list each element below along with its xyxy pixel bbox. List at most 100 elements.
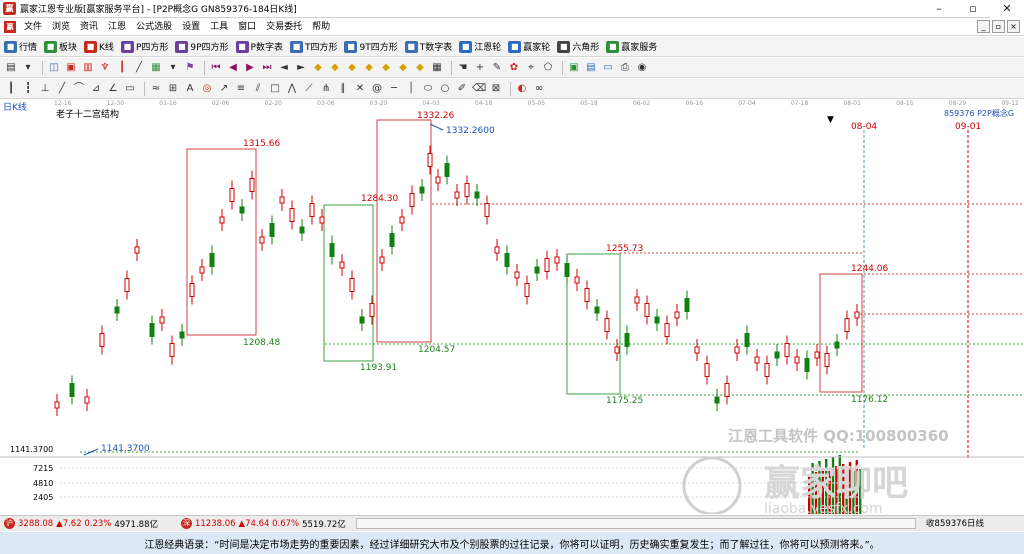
last-icon[interactable]: ⏭ [260, 61, 274, 75]
calendar-icon[interactable]: ▣ [64, 61, 78, 75]
cross-icon[interactable]: ✕ [353, 82, 367, 96]
menu-help[interactable]: 帮助 [307, 18, 335, 36]
ruler-icon[interactable]: ┇ [21, 82, 35, 96]
infinity-icon[interactable]: ∞ [532, 82, 546, 96]
fan-icon[interactable]: ⊿ [89, 82, 103, 96]
toolbar-button-t-square9[interactable]: ■ 9T四方形 [344, 40, 398, 53]
time-icon[interactable]: ⊥ [38, 82, 52, 96]
shanghai-index-icon[interactable]: 沪 [4, 518, 15, 529]
fork-icon[interactable]: ⋔ [319, 82, 333, 96]
stock-icon[interactable]: ▥ [81, 61, 95, 75]
diamond-icon[interactable]: ◆ [345, 61, 359, 75]
circle-icon[interactable]: ○ [438, 82, 452, 96]
prev-icon[interactable]: ◀ [226, 61, 240, 75]
minimize-button[interactable]: – [922, 0, 956, 18]
mdi-restore-button[interactable]: ▫ [992, 20, 1005, 33]
hand-icon[interactable]: ☚ [456, 61, 470, 75]
menu-browse[interactable]: 浏览 [47, 18, 75, 36]
monitor-icon[interactable]: ▭ [601, 61, 615, 75]
menu-news[interactable]: 资讯 [75, 18, 103, 36]
mdi-close-button[interactable]: × [1007, 20, 1020, 33]
wave-icon[interactable]: ≈ [149, 82, 163, 96]
flag-icon[interactable]: ⚑ [183, 61, 197, 75]
chart-menu-arrow[interactable]: ▼ [827, 115, 834, 125]
color-icon[interactable]: ▦ [149, 61, 163, 75]
bar-icon[interactable]: ┃ [115, 61, 129, 75]
dropdown-icon[interactable]: ▾ [21, 61, 35, 75]
menu-trade[interactable]: 交易委托 [261, 18, 307, 36]
camera-icon[interactable]: ◉ [635, 61, 649, 75]
box-icon[interactable]: ▭ [123, 82, 137, 96]
diamond-icon[interactable]: ◆ [311, 61, 325, 75]
angle-icon[interactable]: ∠ [106, 82, 120, 96]
close-button[interactable]: ✕ [990, 0, 1024, 18]
mdi-minimize-button[interactable]: _ [977, 20, 990, 33]
menu-window[interactable]: 窗口 [233, 18, 261, 36]
zigzag-icon[interactable]: ⋀ [285, 82, 299, 96]
text-icon[interactable]: A [183, 82, 197, 96]
pen-icon[interactable]: ✎ [490, 61, 504, 75]
toolbar-button-hexagon[interactable]: ■ 六角形 [557, 40, 599, 53]
ray-icon[interactable]: ⟋ [302, 82, 316, 96]
toolbar-button-t-square[interactable]: ■ T四方形 [289, 40, 337, 53]
toolbar-button-square[interactable]: ■ P四方形 [120, 40, 168, 53]
right-arrow-icon[interactable]: ► [294, 61, 308, 75]
kline-chart[interactable]: 12-16 12-30 01-16 02-06 02-20 03-06 03-20 04-03… [0, 100, 1024, 514]
ruler-icon[interactable]: ┃ [4, 82, 18, 96]
toolbar-button-winner-wheel[interactable]: ■ 赢家轮 [508, 40, 550, 53]
eraser-icon[interactable]: ⌫ [472, 82, 486, 96]
print-icon[interactable]: ⎙ [618, 61, 632, 75]
tick-icon[interactable]: ♆ [98, 61, 112, 75]
tag-icon[interactable]: ⌖ [524, 61, 538, 75]
chevron-down-icon[interactable]: ▾ [166, 61, 180, 75]
trend-icon[interactable]: ╱ [55, 82, 69, 96]
toolbar-button-grid[interactable]: ■ 行情 [4, 40, 37, 53]
menu-app-icon[interactable]: 赢 [4, 20, 16, 33]
grid-icon[interactable]: ▦ [430, 61, 444, 75]
line-icon[interactable]: ╱ [132, 61, 146, 75]
crosshair-icon[interactable]: + [473, 61, 487, 75]
gift-icon[interactable]: ✿ [507, 61, 521, 75]
ellipse-icon[interactable]: ⬭ [421, 82, 435, 96]
hline-icon[interactable]: ─ [387, 82, 401, 96]
menu-file[interactable]: 文件 [19, 18, 47, 36]
toolbar-button-board[interactable]: ■ 板块 [44, 40, 77, 53]
arc-icon[interactable]: ⌒ [72, 82, 86, 96]
first-icon[interactable]: ⏮ [209, 61, 223, 75]
color-ball-icon[interactable]: ◐ [515, 82, 529, 96]
restore-button[interactable]: ▫ [956, 0, 990, 18]
toolbar-button-number-table[interactable]: ■ P数字表 [235, 40, 283, 53]
toolbar-button-t-number-table[interactable]: ■ T数字表 [404, 40, 452, 53]
image-icon[interactable]: ▣ [567, 61, 581, 75]
toolbar-button-dollar[interactable]: ■ 赢家服务 [606, 40, 657, 53]
toolbar-button-kline[interactable]: ■ K线 [84, 40, 114, 53]
menu-formula[interactable]: 公式选股 [131, 18, 177, 36]
grid2-icon[interactable]: ⊞ [166, 82, 180, 96]
diamond-icon[interactable]: ◆ [328, 61, 342, 75]
save-icon[interactable]: ▤ [584, 61, 598, 75]
square-icon[interactable]: □ [268, 82, 282, 96]
delete-icon[interactable]: ⊠ [489, 82, 503, 96]
chart-view-icon[interactable]: ◫ [47, 61, 61, 75]
layout-icon[interactable]: ▤ [4, 61, 18, 75]
next-icon[interactable]: ▶ [243, 61, 257, 75]
shenzhen-index-icon[interactable]: 深 [180, 518, 192, 529]
menu-gann[interactable]: 江恩 [103, 18, 131, 36]
menu-tools[interactable]: 工具 [205, 18, 233, 36]
arrow-icon[interactable]: ↗ [217, 82, 231, 96]
diamond-icon[interactable]: ◆ [379, 61, 393, 75]
channel-icon[interactable]: ⫽ [251, 82, 265, 96]
kline-chart-svg[interactable]: 12-16 12-30 01-16 02-06 02-20 03-06 03-20 04-03… [0, 100, 1024, 514]
toolbar-button-gann-wheel[interactable]: ■ 江恩轮 [459, 40, 501, 53]
parallel-icon[interactable]: ∥ [336, 82, 350, 96]
toolbar-button-square9[interactable]: ■ 9P四方形 [175, 40, 229, 53]
menu-settings[interactable]: 设置 [177, 18, 205, 36]
diamond-icon[interactable]: ◆ [413, 61, 427, 75]
horizontal-scrollbar[interactable] [356, 518, 916, 529]
lines-icon[interactable]: ≡ [234, 82, 248, 96]
brush-icon[interactable]: ✐ [455, 82, 469, 96]
diamond-icon[interactable]: ◆ [362, 61, 376, 75]
vline-icon[interactable]: │ [404, 82, 418, 96]
diamond-icon[interactable]: ◆ [396, 61, 410, 75]
spiral-icon[interactable]: @ [370, 82, 384, 96]
